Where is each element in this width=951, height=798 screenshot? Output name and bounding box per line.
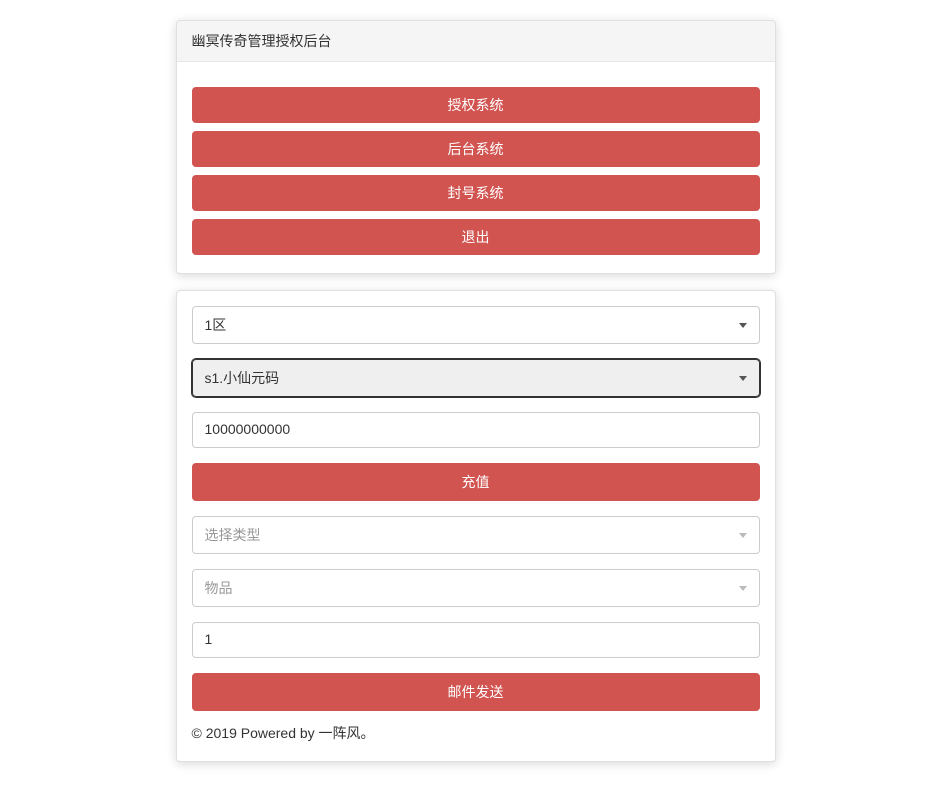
nav-logout-button[interactable]: 退出 [192, 219, 760, 255]
footer-text: © 2019 Powered by 一阵风。 [192, 719, 760, 743]
caret-down-icon [739, 533, 747, 538]
page-title: 幽冥传奇管理授权后台 [177, 21, 775, 62]
caret-down-icon [739, 376, 747, 381]
recharge-button[interactable]: 充值 [192, 463, 760, 501]
zone-select[interactable]: 1区 [192, 306, 760, 344]
send-mail-button[interactable]: 邮件发送 [192, 673, 760, 711]
zone-select-value: 1区 [205, 315, 227, 335]
type-select-placeholder: 选择类型 [205, 525, 261, 545]
caret-down-icon [739, 586, 747, 591]
nav-auth-system-button[interactable]: 授权系统 [192, 87, 760, 123]
server-select-value: s1.小仙元码 [205, 368, 280, 388]
item-select-placeholder: 物品 [205, 578, 233, 598]
item-select[interactable]: 物品 [192, 569, 760, 607]
type-select[interactable]: 选择类型 [192, 516, 760, 554]
amount-input[interactable]: 10000000000 [192, 412, 760, 448]
nav-panel: 幽冥传奇管理授权后台 授权系统 后台系统 封号系统 退出 [176, 20, 776, 274]
caret-down-icon [739, 323, 747, 328]
nav-ban-system-button[interactable]: 封号系统 [192, 175, 760, 211]
quantity-input[interactable]: 1 [192, 622, 760, 658]
server-select[interactable]: s1.小仙元码 [192, 359, 760, 397]
form-panel: 1区 s1.小仙元码 10000000000 充值 选择类型 物品 1 邮件发送… [176, 290, 776, 762]
nav-backend-system-button[interactable]: 后台系统 [192, 131, 760, 167]
